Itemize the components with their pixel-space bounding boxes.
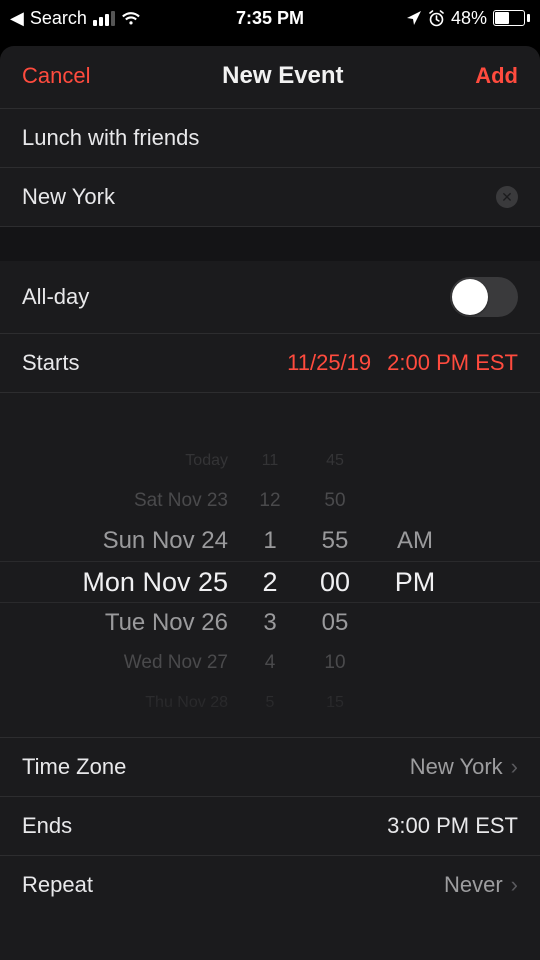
- picker-hour: 12: [240, 490, 300, 512]
- ends-row[interactable]: Ends 3:00 PM EST: [0, 797, 540, 855]
- picker-row[interactable]: [0, 401, 540, 441]
- starts-row[interactable]: Starts 11/25/19 2:00 PM EST: [0, 334, 540, 392]
- back-app-label[interactable]: Search: [30, 8, 87, 29]
- back-chevron-icon[interactable]: ◀: [10, 8, 24, 29]
- picker-minute: 15: [300, 694, 370, 712]
- picker-hour: 4: [240, 652, 300, 674]
- picker-date: Mon Nov 25: [0, 567, 240, 598]
- picker-hour: 2: [240, 567, 300, 598]
- ends-label: Ends: [22, 813, 387, 839]
- nav-bar: Cancel New Event Add: [0, 46, 540, 108]
- picker-row[interactable]: Today1145: [0, 441, 540, 481]
- ends-value: 3:00 PM EST: [387, 813, 518, 839]
- picker-date: Sat Nov 23: [0, 490, 240, 512]
- event-location-input[interactable]: New York ✕: [0, 168, 540, 226]
- wifi-icon: [121, 11, 141, 26]
- picker-minute: 50: [300, 490, 370, 512]
- picker-date: Thu Nov 28: [0, 694, 240, 712]
- picker-date: Wed Nov 27: [0, 652, 240, 674]
- chevron-right-icon: ›: [511, 754, 518, 780]
- add-button[interactable]: Add: [475, 63, 518, 89]
- picker-minute: 00: [300, 567, 370, 598]
- all-day-toggle[interactable]: [450, 277, 518, 317]
- clear-location-icon[interactable]: ✕: [496, 186, 518, 208]
- event-title-input[interactable]: Lunch with friends: [0, 109, 540, 167]
- repeat-row[interactable]: Repeat Never ›: [0, 856, 540, 914]
- status-bar: ◀ Search 7:35 PM 48%: [0, 0, 540, 36]
- time-zone-label: Time Zone: [22, 754, 410, 780]
- picker-minute: 10: [300, 652, 370, 674]
- starts-date: 11/25/19: [287, 350, 371, 376]
- picker-row[interactable]: Tue Nov 26305: [0, 603, 540, 643]
- battery-percent: 48%: [451, 8, 487, 29]
- picker-hour: 1: [240, 527, 300, 555]
- picker-row[interactable]: Sat Nov 231250: [0, 481, 540, 521]
- event-location-value: New York: [22, 184, 496, 210]
- repeat-label: Repeat: [22, 872, 444, 898]
- time-zone-value: New York: [410, 754, 503, 780]
- status-time: 7:35 PM: [236, 8, 304, 29]
- time-zone-row[interactable]: Time Zone New York ›: [0, 738, 540, 796]
- picker-minute: 55: [300, 527, 370, 555]
- battery-icon: [493, 10, 530, 26]
- new-event-sheet: Cancel New Event Add Lunch with friends …: [0, 46, 540, 960]
- event-title-value: Lunch with friends: [22, 125, 518, 151]
- starts-time: 2:00 PM EST: [387, 350, 518, 376]
- alarm-icon: [428, 10, 445, 27]
- cancel-button[interactable]: Cancel: [22, 63, 90, 89]
- picker-hour: 3: [240, 609, 300, 637]
- picker-minute: 45: [300, 452, 370, 470]
- cell-signal-icon: [93, 11, 115, 26]
- picker-date: Tue Nov 26: [0, 609, 240, 637]
- picker-row[interactable]: Sun Nov 24155AM: [0, 521, 540, 561]
- location-icon: [406, 10, 422, 26]
- page-title: New Event: [222, 62, 343, 90]
- picker-hour: 11: [240, 452, 300, 470]
- picker-row[interactable]: Mon Nov 25200PM: [0, 562, 540, 602]
- picker-date: Sun Nov 24: [0, 527, 240, 555]
- starts-label: Starts: [22, 350, 287, 376]
- repeat-value: Never: [444, 872, 503, 898]
- picker-row[interactable]: Wed Nov 27410: [0, 643, 540, 683]
- picker-hour: 5: [240, 694, 300, 712]
- picker-minute: 05: [300, 609, 370, 637]
- picker-date: Today: [0, 452, 240, 470]
- picker-row[interactable]: Thu Nov 28515: [0, 683, 540, 723]
- picker-ampm: AM: [370, 527, 460, 555]
- all-day-row: All-day: [0, 261, 540, 333]
- chevron-right-icon: ›: [511, 872, 518, 898]
- datetime-picker[interactable]: Today1145Sat Nov 231250Sun Nov 24155AMMo…: [0, 393, 540, 737]
- all-day-label: All-day: [22, 284, 450, 310]
- picker-ampm: PM: [370, 567, 460, 598]
